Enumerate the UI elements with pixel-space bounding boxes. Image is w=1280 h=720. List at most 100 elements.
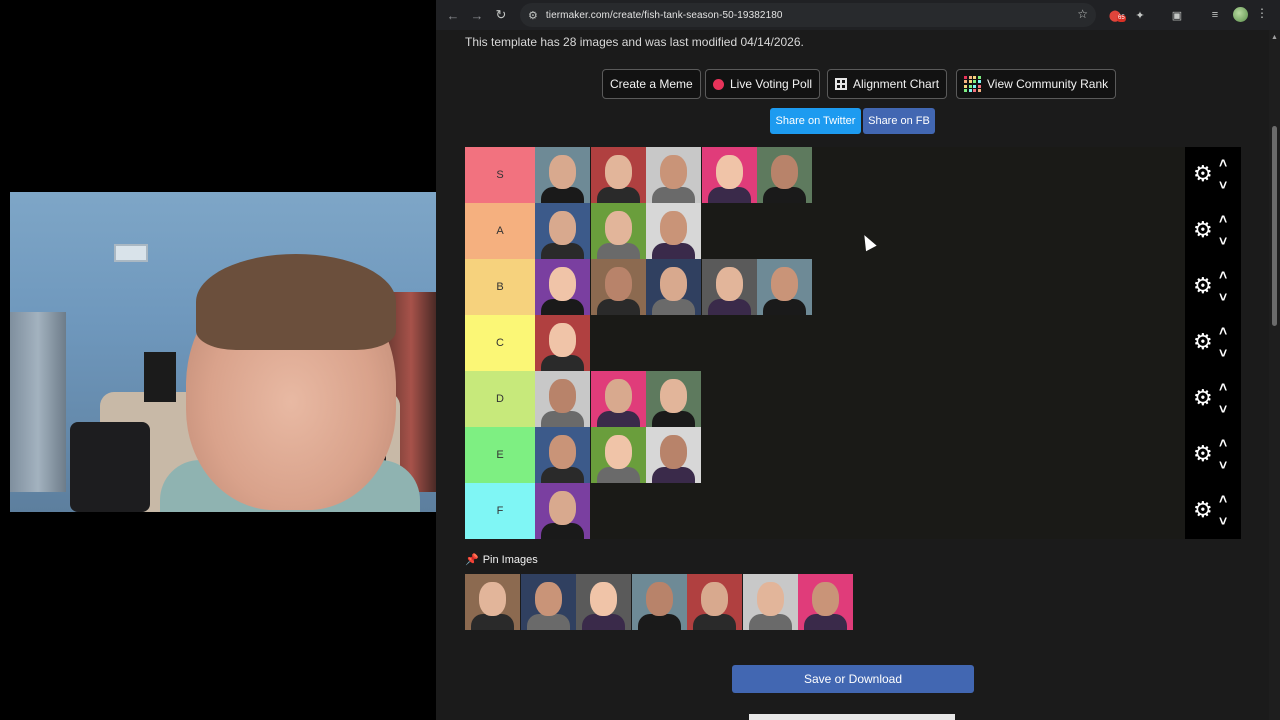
page-scrollbar[interactable]: ▲ [1269, 30, 1280, 720]
chevron-down-icon[interactable]: ˅ [1219, 401, 1227, 417]
tier-image[interactable] [701, 259, 757, 315]
tier-image[interactable] [646, 259, 701, 315]
tier-label[interactable]: F [465, 483, 535, 539]
reload-icon[interactable]: ↻ [490, 4, 512, 26]
gear-icon[interactable]: ⚙ [1193, 219, 1213, 241]
tier-image[interactable] [646, 147, 701, 203]
media-controls-icon[interactable]: ≡ [1206, 6, 1224, 24]
tier-label[interactable]: A [465, 203, 535, 259]
chevron-up-icon[interactable]: ˄ [1219, 155, 1227, 171]
person-face [660, 267, 687, 301]
tier-image[interactable] [646, 371, 701, 427]
forward-icon[interactable]: → [466, 4, 488, 26]
tab-search-icon[interactable]: ▣ [1168, 6, 1186, 24]
scroll-up-arrow-icon[interactable]: ▲ [1271, 34, 1278, 41]
chevron-up-icon[interactable]: ˄ [1219, 435, 1227, 451]
address-bar[interactable]: ⚙ tiermaker.com/create/fish-tank-season-… [520, 3, 1096, 27]
address-url: tiermaker.com/create/fish-tank-season-50… [545, 9, 783, 21]
chevron-down-icon[interactable]: ˅ [1219, 289, 1227, 305]
tier-image[interactable] [590, 371, 646, 427]
chevron-up-icon[interactable]: ˄ [1219, 211, 1227, 227]
pool-image[interactable] [742, 574, 798, 630]
pool-image[interactable] [631, 574, 687, 630]
gear-icon[interactable]: ⚙ [1193, 331, 1213, 353]
person-body [763, 299, 806, 315]
share-facebook-button[interactable]: Share on FB [863, 108, 935, 134]
tier-controls: ⚙ ˄ ˅ [1185, 147, 1241, 203]
alignment-chart-button[interactable]: Alignment Chart [827, 69, 948, 99]
gear-icon[interactable]: ⚙ [1193, 163, 1213, 185]
tier-image[interactable] [757, 147, 812, 203]
view-community-rank-button[interactable]: View Community Rank [956, 69, 1117, 99]
tier-controls: ⚙ ˄ ˅ [1185, 259, 1241, 315]
gear-icon[interactable]: ⚙ [1193, 499, 1213, 521]
tier-image[interactable] [590, 427, 646, 483]
tier-image[interactable] [590, 147, 646, 203]
tier-image[interactable] [590, 259, 646, 315]
tier-image[interactable] [535, 315, 590, 371]
tier-image[interactable] [535, 147, 590, 203]
community-rank-label: View Community Rank [987, 77, 1109, 91]
chevron-down-icon[interactable]: ˅ [1219, 457, 1227, 473]
pool-image[interactable] [465, 574, 520, 630]
pin-images-toggle[interactable]: 📌 Pin Images [465, 553, 538, 567]
chevron-down-icon[interactable]: ˅ [1219, 233, 1227, 249]
tier-image[interactable] [535, 203, 590, 259]
extensions-puzzle-icon[interactable]: ✦ [1131, 6, 1149, 24]
tier-label[interactable]: E [465, 427, 535, 483]
person-body [652, 243, 695, 259]
webcam-shelf-left [10, 312, 66, 492]
tier-label[interactable]: B [465, 259, 535, 315]
profile-avatar[interactable] [1233, 7, 1248, 22]
tier-image[interactable] [701, 147, 757, 203]
person-body [541, 467, 584, 483]
extension-adblock-icon[interactable]: ⬤ 65 [1106, 6, 1126, 24]
live-voting-poll-button[interactable]: Live Voting Poll [705, 69, 821, 99]
browser-toolbar: ← → ↻ ⚙ tiermaker.com/create/fish-tank-s… [436, 0, 1280, 30]
alignment-label: Alignment Chart [853, 77, 940, 91]
scrollbar-thumb[interactable] [1272, 126, 1277, 326]
pool-image[interactable] [798, 574, 853, 630]
menu-kebab-icon[interactable]: ⋮ [1256, 6, 1268, 20]
tier-label[interactable]: D [465, 371, 535, 427]
tier-label[interactable]: C [465, 315, 535, 371]
tier-image[interactable] [646, 203, 701, 259]
person-face [660, 155, 687, 189]
person-face [604, 435, 632, 469]
chevron-up-icon[interactable]: ˄ [1219, 323, 1227, 339]
site-info-icon[interactable]: ⚙ [528, 9, 538, 22]
pool-image[interactable] [687, 574, 742, 630]
tier-label[interactable]: S [465, 147, 535, 203]
chevron-down-icon[interactable]: ˅ [1219, 345, 1227, 361]
tier-image[interactable] [535, 427, 590, 483]
create-meme-button[interactable]: Create a Meme [602, 69, 701, 99]
gear-icon[interactable]: ⚙ [1193, 443, 1213, 465]
tier-image[interactable] [590, 203, 646, 259]
person-body [541, 523, 584, 539]
gear-icon[interactable]: ⚙ [1193, 275, 1213, 297]
chevron-down-icon[interactable]: ˅ [1219, 177, 1227, 193]
share-twitter-button[interactable]: Share on Twitter [770, 108, 861, 134]
person-body [652, 299, 695, 315]
tier-image[interactable] [646, 427, 701, 483]
person-body [652, 411, 695, 427]
chevron-up-icon[interactable]: ˄ [1219, 379, 1227, 395]
chevron-up-icon[interactable]: ˄ [1219, 491, 1227, 507]
chevron-down-icon[interactable]: ˅ [1219, 513, 1227, 529]
tier-image[interactable] [535, 483, 590, 539]
person-face [660, 211, 687, 245]
tier-image[interactable] [535, 259, 590, 315]
back-icon[interactable]: ← [442, 4, 464, 26]
gear-icon[interactable]: ⚙ [1193, 387, 1213, 409]
tier-image[interactable] [757, 259, 812, 315]
tier-row-c: C ⚙ ˄ ˅ [465, 315, 1241, 371]
tier-drop-zone[interactable] [535, 483, 1185, 539]
save-download-button[interactable]: Save or Download [732, 665, 974, 693]
tier-image[interactable] [535, 371, 590, 427]
tier-row-e: E ⚙ ˄ ˅ [465, 427, 1241, 483]
tier-drop-zone[interactable] [535, 315, 1185, 371]
chevron-up-icon[interactable]: ˄ [1219, 267, 1227, 283]
bookmark-star-icon[interactable]: ☆ [1077, 7, 1088, 21]
pool-image[interactable] [576, 574, 631, 630]
pool-image[interactable] [520, 574, 576, 630]
